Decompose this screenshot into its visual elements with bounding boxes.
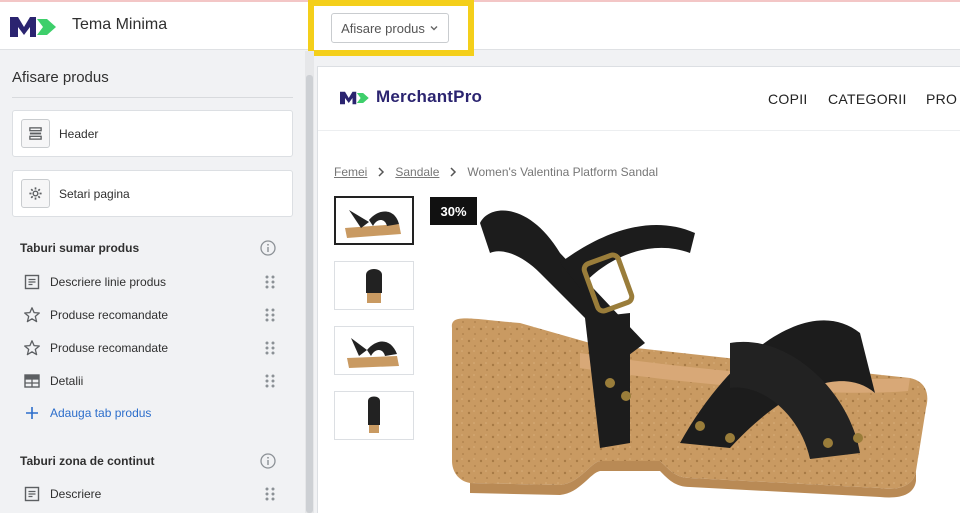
- product-thumbnail[interactable]: [334, 261, 414, 310]
- list-item-label: Produse recomandate: [50, 341, 169, 355]
- info-icon[interactable]: [260, 453, 276, 469]
- chevron-down-icon: [430, 26, 438, 31]
- product-thumbnail[interactable]: [334, 326, 414, 375]
- list-item-label: Detalii: [50, 374, 84, 388]
- text-block-icon: [24, 486, 40, 502]
- product-thumbnail[interactable]: [334, 391, 414, 440]
- add-product-tab-button[interactable]: Adauga tab produs: [20, 401, 282, 425]
- sandal-image-icon: [366, 268, 382, 303]
- table-icon: [24, 374, 40, 388]
- sandal-image-icon: [347, 337, 399, 368]
- sidebar-title: Afisare produs: [12, 69, 109, 86]
- store-name[interactable]: MerchantPro: [376, 87, 482, 107]
- breadcrumb: Femei Sandale Women's Valentina Platform…: [334, 165, 658, 179]
- section-title-summary-tabs: Taburi sumar produs: [20, 241, 140, 255]
- product-thumbnail[interactable]: [334, 196, 414, 245]
- drag-handle-icon[interactable]: [264, 374, 276, 388]
- card-page-settings[interactable]: Setari pagina: [12, 170, 293, 217]
- breadcrumb-current: Women's Valentina Platform Sandal: [467, 165, 659, 179]
- drag-handle-icon[interactable]: [264, 275, 276, 289]
- sidebar-scrollbar-thumb[interactable]: [306, 75, 313, 513]
- page-selector-dropdown[interactable]: Afisare produs: [331, 13, 449, 43]
- list-item[interactable]: Descriere linie produs: [20, 270, 282, 294]
- store-preview: MerchantPro COPII CATEGORII PRO Femei Sa…: [317, 66, 960, 513]
- merchantpro-logo-icon: [10, 17, 56, 37]
- nav-item-pro[interactable]: PRO: [926, 91, 957, 107]
- list-item[interactable]: Produse recomandate: [20, 303, 282, 327]
- star-icon: [24, 340, 40, 356]
- drag-handle-icon[interactable]: [264, 487, 276, 501]
- top-bar: Tema Minima Afisare produs: [0, 0, 960, 56]
- sandal-image-icon: [345, 209, 401, 238]
- nav-item-copii[interactable]: COPII: [768, 91, 808, 107]
- list-item-label: Descriere linie produs: [50, 275, 167, 289]
- product-main-image[interactable]: [430, 193, 960, 513]
- divider: [12, 97, 293, 98]
- merchantpro-logo-icon[interactable]: [340, 90, 370, 106]
- breadcrumb-link-sandale[interactable]: Sandale: [395, 165, 439, 179]
- list-item-label: Descriere: [50, 487, 102, 501]
- store-header: MerchantPro COPII CATEGORII PRO: [318, 67, 960, 131]
- star-icon: [24, 307, 40, 323]
- info-icon[interactable]: [260, 240, 276, 256]
- list-item[interactable]: Detalii: [20, 369, 282, 393]
- chevron-right-icon: [378, 167, 385, 177]
- text-block-icon: [24, 274, 40, 290]
- chevron-right-icon: [450, 167, 457, 177]
- card-header[interactable]: Header: [12, 110, 293, 157]
- drag-handle-icon[interactable]: [264, 341, 276, 355]
- add-tab-label: Adauga tab produs: [50, 406, 152, 420]
- sidebar: Afisare produs Header Setari pagina Tabu…: [0, 51, 305, 513]
- gear-icon: [21, 179, 50, 208]
- list-item-label: Produse recomandate: [50, 308, 169, 322]
- plus-icon: [26, 407, 38, 419]
- breadcrumb-link-femei[interactable]: Femei: [334, 165, 367, 179]
- list-item[interactable]: Produse recomandate: [20, 336, 282, 360]
- discount-badge: 30%: [430, 197, 477, 225]
- list-item[interactable]: Descriere: [20, 482, 282, 506]
- nav-item-categorii[interactable]: CATEGORII: [828, 91, 907, 107]
- header-layout-icon: [21, 119, 50, 148]
- app-title: Tema Minima: [72, 16, 168, 33]
- card-label: Header: [59, 126, 99, 141]
- section-title-content-tabs: Taburi zona de continut: [20, 454, 155, 468]
- drag-handle-icon[interactable]: [264, 308, 276, 322]
- sandal-image-icon: [368, 396, 380, 433]
- page-selector-label: Afisare produs: [341, 20, 425, 36]
- card-label: Setari pagina: [59, 186, 130, 201]
